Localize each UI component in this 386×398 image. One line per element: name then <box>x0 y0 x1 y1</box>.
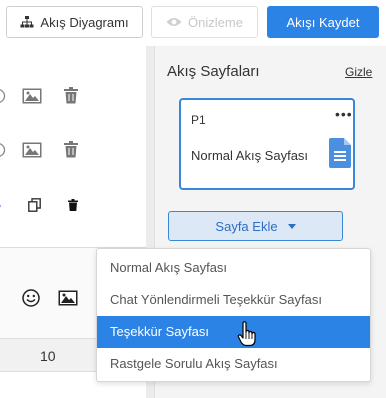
smiley-icon[interactable] <box>22 289 40 307</box>
radio-icon[interactable] <box>0 142 6 158</box>
menu-item-chat-thanks-page[interactable]: Chat Yönlendirmeli Teşekkür Sayfası <box>97 284 370 316</box>
page-name: Normal Akış Sayfası <box>191 148 309 163</box>
image-icon[interactable] <box>58 290 78 306</box>
trash-icon[interactable] <box>64 141 78 158</box>
link-icon[interactable] <box>0 203 4 209</box>
top-toolbar: Akış Diyagramı Önizleme Akışı Kaydet <box>0 0 386 46</box>
add-page-button[interactable]: Sayfa Ekle <box>168 211 343 241</box>
image-icon[interactable] <box>22 142 42 158</box>
preview-label: Önizleme <box>188 14 243 30</box>
more-options-icon[interactable]: ••• <box>335 106 353 122</box>
trash-icon[interactable] <box>68 199 78 211</box>
trash-icon[interactable] <box>64 87 78 104</box>
copy-icon[interactable] <box>28 198 41 212</box>
add-page-label: Sayfa Ekle <box>215 218 278 234</box>
menu-item-random-question-page[interactable]: Rastgele Sorulu Akış Sayfası <box>97 348 370 380</box>
menu-item-thanks-page[interactable]: Teşekkür Sayfası <box>97 316 370 348</box>
save-flow-button[interactable]: Akışı Kaydet <box>267 6 379 38</box>
caret-down-icon <box>287 223 296 229</box>
flow-diagram-label: Akış Diyagramı <box>40 14 129 30</box>
image-icon[interactable] <box>22 88 42 104</box>
eye-icon <box>166 18 182 26</box>
number-cell-value: 10 <box>40 348 56 364</box>
panel-title: Akış Sayfaları <box>167 63 260 80</box>
preview-button[interactable]: Önizleme <box>151 6 258 38</box>
save-flow-label: Akışı Kaydet <box>286 14 360 30</box>
hand-cursor-icon <box>237 321 256 347</box>
menu-item-normal-page[interactable]: Normal Akış Sayfası <box>97 252 370 284</box>
question-row <box>0 86 146 110</box>
question-row <box>0 196 146 220</box>
flow-diagram-button[interactable]: Akış Diyagramı <box>6 6 143 38</box>
radio-icon[interactable] <box>0 88 6 104</box>
page-card[interactable]: P1 ••• Normal Akış Sayfası <box>179 98 355 190</box>
page-id: P1 <box>191 113 206 127</box>
sitemap-icon <box>20 16 34 28</box>
question-row <box>0 140 146 164</box>
document-icon <box>329 138 351 168</box>
hide-link[interactable]: Gizle <box>345 65 372 79</box>
add-page-dropdown: Normal Akış Sayfası Chat Yönlendirmeli T… <box>96 248 371 382</box>
